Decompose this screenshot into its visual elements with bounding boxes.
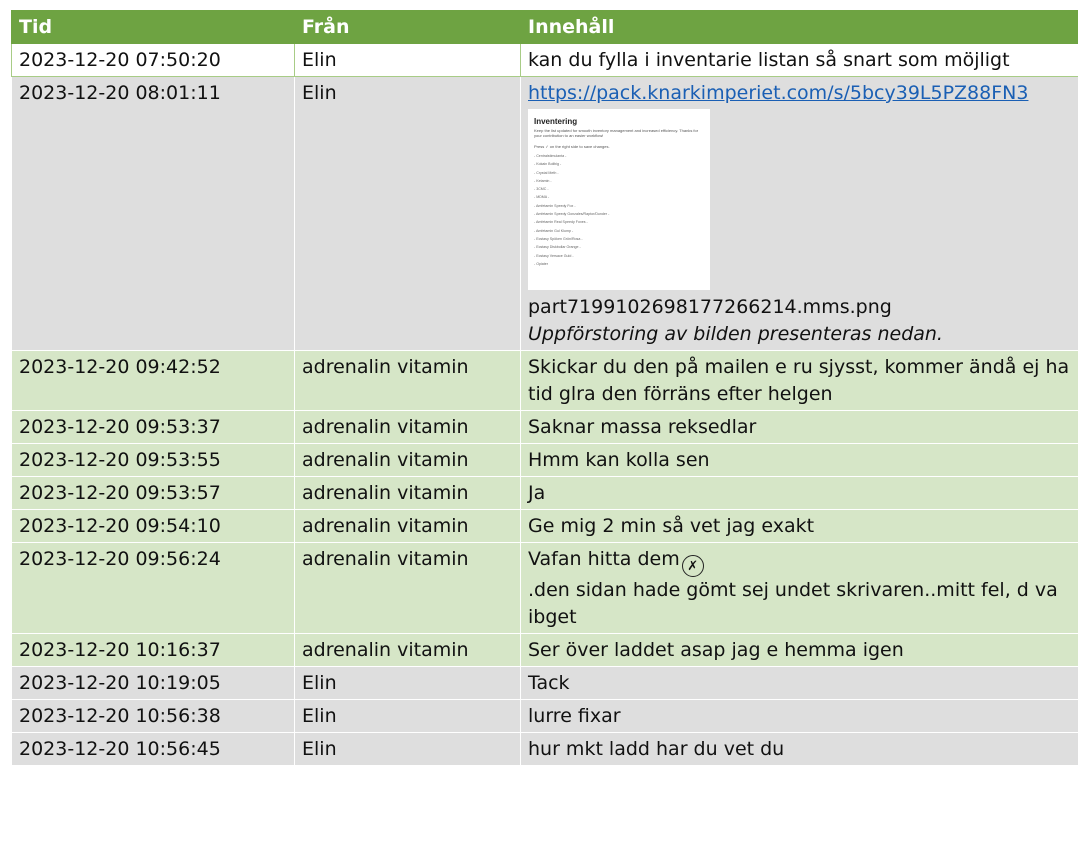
column-header-time: Tid xyxy=(11,10,295,44)
message-sender: Elin xyxy=(294,76,521,351)
column-header-from: Från xyxy=(294,10,521,44)
thumbnail-item: - Ecstasy Versace Guld - xyxy=(534,253,574,258)
message-link[interactable]: https://pack.knarkimperiet.com/s/5bcy39L… xyxy=(528,80,1071,107)
table-row: 2023-12-20 09:53:55 adrenalin vitamin Hm… xyxy=(11,443,1078,477)
table-row: 2023-12-20 09:53:37 adrenalin vitamin Sa… xyxy=(11,410,1078,444)
message-sender: adrenalin vitamin xyxy=(294,410,521,444)
message-text: Tack xyxy=(520,666,1078,700)
chat-log-table: Tid Från Innehåll 2023-12-20 07:50:20 El… xyxy=(11,10,1078,766)
message-text: Saknar massa reksedlar xyxy=(520,410,1078,444)
message-sender: adrenalin vitamin xyxy=(294,542,521,634)
message-time: 2023-12-20 10:56:45 xyxy=(11,732,295,766)
table-row: 2023-12-20 10:19:05 Elin Tack xyxy=(11,666,1078,700)
message-text: Ge mig 2 min så vet jag exakt xyxy=(520,509,1078,543)
thumbnail-item: - 3CMC - xyxy=(534,187,549,192)
message-time: 2023-12-20 09:53:37 xyxy=(11,410,295,444)
attachment-thumbnail[interactable]: Inventering Keep the list updated for sm… xyxy=(528,109,710,290)
message-text: Skickar du den på mailen e ru sjysst, ko… xyxy=(520,350,1078,411)
table-row: 2023-12-20 09:42:52 adrenalin vitamin Sk… xyxy=(11,350,1078,411)
thumbnail-item: - Kokain Bolibig - xyxy=(534,162,562,167)
message-sender: Elin xyxy=(294,699,521,733)
table-row: 2023-12-20 10:56:38 Elin lurre fixar xyxy=(11,699,1078,733)
thumbnail-item: - Amfetamin Speedy Fox - xyxy=(534,203,576,208)
thumbnail-instruction: Press ✓ on the right side to save change… xyxy=(534,144,610,149)
column-header-content: Innehåll xyxy=(520,10,1078,44)
chat-log-page: Tid Från Innehåll 2023-12-20 07:50:20 El… xyxy=(0,0,1078,859)
message-text: kan du fylla i inventarie listan så snar… xyxy=(520,43,1078,77)
thumbnail-item: - Ecstasy Diskbollar Orange - xyxy=(534,245,581,250)
message-text: hur mkt ladd har du vet du xyxy=(520,732,1078,766)
thumbnail-item: - Amfetamin Gul Klump - xyxy=(534,228,574,233)
table-row: 2023-12-20 10:16:37 adrenalin vitamin Se… xyxy=(11,633,1078,667)
table-row: 2023-12-20 09:53:57 adrenalin vitamin Ja xyxy=(11,476,1078,510)
message-sender: Elin xyxy=(294,43,521,77)
message-sender: adrenalin vitamin xyxy=(294,350,521,411)
thumbnail-item: - Ecstasy Spöken Grön/Rosa - xyxy=(534,236,583,241)
thumbnail-item: - Centralstimulanta - xyxy=(534,154,567,158)
thumbnail-item: - MDMA - xyxy=(534,195,550,200)
thumbnail-item: - Amfetamin Real Speedy Foxes - xyxy=(534,220,588,225)
table-row: 2023-12-20 10:56:45 Elin hur mkt ladd ha… xyxy=(11,732,1078,766)
message-content: https://pack.knarkimperiet.com/s/5bcy39L… xyxy=(520,76,1078,351)
message-text: Ser över laddet asap jag e hemma igen xyxy=(520,633,1078,667)
message-sender: adrenalin vitamin xyxy=(294,509,521,543)
thumbnail-item: - Ketamin - xyxy=(534,178,552,183)
message-sender: adrenalin vitamin xyxy=(294,476,521,510)
message-text: Ja xyxy=(520,476,1078,510)
thumbnail-item: - Crystal Meth - xyxy=(534,170,559,175)
thumbnail-title: Inventering xyxy=(534,117,578,126)
table-row: 2023-12-20 08:01:11 Elin https://pack.kn… xyxy=(11,76,1078,351)
message-time: 2023-12-20 09:54:10 xyxy=(11,509,295,543)
message-sender: Elin xyxy=(294,732,521,766)
message-sender: adrenalin vitamin xyxy=(294,443,521,477)
attachment-filename: part7199102698177266214.mms.png xyxy=(528,296,892,318)
message-sender: adrenalin vitamin xyxy=(294,633,521,667)
thumbnail-item: - Amfetamin Speedy Gonzales/Raptor/Dunde… xyxy=(534,212,610,217)
message-time: 2023-12-20 10:16:37 xyxy=(11,633,295,667)
message-time: 2023-12-20 09:53:55 xyxy=(11,443,295,477)
message-time: 2023-12-20 07:50:20 xyxy=(11,43,295,77)
message-time: 2023-12-20 10:56:38 xyxy=(11,699,295,733)
table-row: 2023-12-20 09:56:24 adrenalin vitamin Va… xyxy=(11,542,1078,634)
face-with-crossed-out-eyes-icon: ✗ xyxy=(681,555,704,577)
message-time: 2023-12-20 08:01:11 xyxy=(11,76,295,351)
message-text: lurre fixar xyxy=(520,699,1078,733)
message-time: 2023-12-20 09:42:52 xyxy=(11,350,295,411)
message-line: Vafan hitta dem ✗ xyxy=(528,546,1071,577)
thumbnail-description: Keep the list updated for smooth invento… xyxy=(534,128,699,138)
thumbnail-item: - Opiater xyxy=(534,261,548,266)
message-time: 2023-12-20 09:56:24 xyxy=(11,542,295,634)
attachment-caption: Uppförstoring av bilden presenteras neda… xyxy=(528,323,943,345)
message-content: Vafan hitta dem ✗ .den sidan hade gömt se… xyxy=(520,542,1078,634)
message-sender: Elin xyxy=(294,666,521,700)
thumbnail-item-list: - Centralstimulanta - - Kokain Bolibig -… xyxy=(534,152,704,268)
message-time: 2023-12-20 09:53:57 xyxy=(11,476,295,510)
table-row: 2023-12-20 07:50:20 Elin kan du fylla i … xyxy=(11,43,1078,77)
message-text: Hmm kan kolla sen xyxy=(520,443,1078,477)
table-header-row: Tid Från Innehåll xyxy=(11,10,1078,44)
message-time: 2023-12-20 10:19:05 xyxy=(11,666,295,700)
message-text-continued: .den sidan hade gömt sej undet skrivaren… xyxy=(528,579,1058,628)
message-text: Vafan hitta dem xyxy=(528,548,680,570)
table-row: 2023-12-20 09:54:10 adrenalin vitamin Ge… xyxy=(11,509,1078,543)
